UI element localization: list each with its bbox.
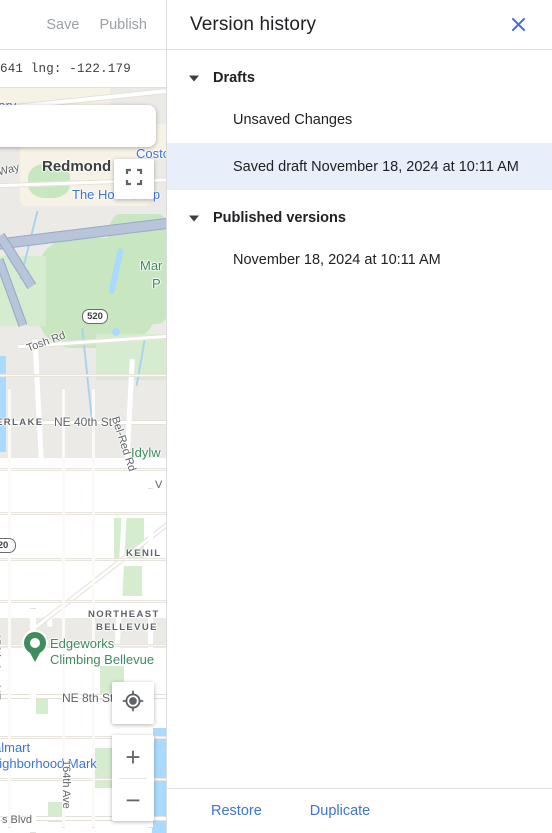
version-row-saved-draft[interactable]: Saved draft November 18, 2024 at 10:11 A… xyxy=(167,143,552,190)
map-street xyxy=(0,512,166,515)
close-icon xyxy=(509,15,528,34)
map-street xyxy=(0,374,166,377)
version-history-panel: Version history Drafts Unsaved Changes S… xyxy=(167,0,552,833)
map-street xyxy=(92,388,95,828)
my-location-icon xyxy=(122,690,144,717)
editor-toolbar: Save Publish xyxy=(0,0,166,50)
version-list: Drafts Unsaved Changes Saved draft Novem… xyxy=(167,50,552,788)
version-label: November 18, 2024 at 10:11 AM xyxy=(233,251,441,268)
marker-dot xyxy=(30,638,40,648)
zoom-controls: + − xyxy=(112,735,154,821)
chevron-down-icon[interactable] xyxy=(185,69,203,87)
zoom-in-button[interactable]: + xyxy=(112,735,154,778)
coordinates-bar: 641 lng: -122.179 xyxy=(0,50,166,88)
edgeworks-climbing-marker[interactable] xyxy=(22,630,48,664)
zoom-divider xyxy=(119,778,147,779)
version-label: Saved draft November 18, 2024 at 10:11 A… xyxy=(233,158,519,175)
map-park xyxy=(38,238,158,348)
group-header-published-versions[interactable]: Published versions xyxy=(167,200,552,236)
fullscreen-icon xyxy=(124,167,144,192)
panel-header: Version history xyxy=(167,0,552,50)
sr-520-shield: 520 xyxy=(82,309,108,324)
panel-footer: Restore Duplicate xyxy=(167,788,552,833)
map-street xyxy=(62,388,65,828)
save-button[interactable]: Save xyxy=(36,11,89,39)
marker-tail xyxy=(29,651,41,662)
version-history-screen: Save Publish 641 lng: -122.179 520 0 Way… xyxy=(0,0,552,833)
map-street xyxy=(8,388,11,828)
sr-520-shield-2: 20 xyxy=(0,538,16,553)
map-street xyxy=(0,468,166,471)
map-road xyxy=(0,420,166,425)
zoom-out-button[interactable]: − xyxy=(112,778,154,821)
page-title: Version history xyxy=(190,13,317,35)
close-panel-button[interactable] xyxy=(502,9,534,41)
map-street xyxy=(0,600,166,603)
group-label-published-versions: Published versions xyxy=(213,210,346,226)
restore-button[interactable]: Restore xyxy=(203,797,270,825)
map-canvas[interactable]: 520 20 rarv Way Redmond Costc The Home D… xyxy=(0,88,166,833)
map-search-card[interactable] xyxy=(0,105,156,147)
fullscreen-button[interactable] xyxy=(114,159,154,199)
duplicate-button[interactable]: Duplicate xyxy=(302,797,378,825)
version-label: Unsaved Changes xyxy=(233,111,353,128)
map-water xyxy=(0,356,6,452)
version-row-published-1[interactable]: November 18, 2024 at 10:11 AM xyxy=(167,236,552,283)
map-editor-pane: Save Publish 641 lng: -122.179 520 0 Way… xyxy=(0,0,167,833)
my-location-button[interactable] xyxy=(112,682,154,724)
group-header-drafts[interactable]: Drafts xyxy=(167,60,552,96)
chevron-down-icon[interactable] xyxy=(185,209,203,227)
group-label-drafts: Drafts xyxy=(213,70,255,86)
coordinates-text: 641 lng: -122.179 xyxy=(0,61,131,76)
map-water xyxy=(112,328,120,336)
map-street xyxy=(0,558,166,561)
publish-button[interactable]: Publish xyxy=(89,11,157,39)
version-row-unsaved-changes[interactable]: Unsaved Changes xyxy=(167,96,552,143)
